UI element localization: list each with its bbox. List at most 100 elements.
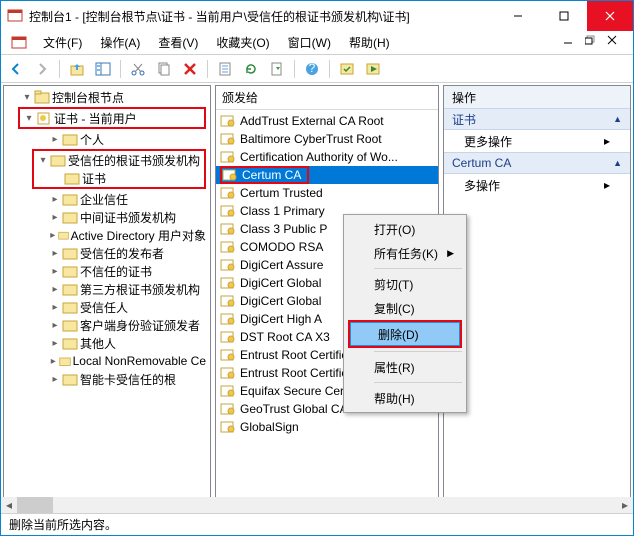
list-row-label: Certification Authority of Wo...: [240, 150, 398, 164]
certificate-icon: [220, 312, 236, 326]
delete-button[interactable]: [179, 58, 201, 80]
menu-action[interactable]: 操作(A): [92, 32, 148, 53]
tree-item-label: 中间证书颁发机构: [80, 209, 176, 226]
list-row-label: COMODO RSA: [240, 240, 323, 254]
list-row-label: Class 1 Primary: [240, 204, 325, 218]
tree-item[interactable]: ▸第三方根证书颁发机构: [4, 280, 210, 298]
menu-help[interactable]: 帮助(H): [341, 32, 398, 53]
show-hide-tree-button[interactable]: [92, 58, 114, 80]
tree[interactable]: ▾控制台根节点 ▾证书 - 当前用户 ▸个人 ▾受信任的根证书颁发机构 证书 ▸…: [4, 86, 210, 510]
list-row-label: Baltimore CyberTrust Root: [240, 132, 382, 146]
tree-item[interactable]: ▸中间证书颁发机构: [4, 208, 210, 226]
actions-header: 操作: [444, 86, 630, 108]
certificate-icon: [220, 348, 236, 362]
certificate-icon: [220, 294, 236, 308]
list-row-label: Certum CA: [242, 168, 301, 182]
certificate-icon: [220, 366, 236, 380]
help-button[interactable]: ?: [301, 58, 323, 80]
certificate-icon: [220, 240, 236, 254]
minimize-button[interactable]: [495, 1, 541, 31]
tree-item-label: Active Directory 用户对象: [71, 227, 206, 244]
certificate-icon: [220, 114, 236, 128]
back-button[interactable]: [5, 58, 27, 80]
menu-favorites[interactable]: 收藏夹(O): [208, 32, 277, 53]
tree-item-label: 客户端身份验证颁发者: [80, 317, 200, 334]
ctx-cut[interactable]: 剪切(T): [346, 272, 464, 296]
window-title: 控制台1 - [控制台根节点\证书 - 当前用户\受信任的根证书颁发机构\证书]: [29, 8, 495, 25]
actions-more-2[interactable]: 多操作▸: [444, 174, 630, 196]
list-row[interactable]: GlobalSign: [216, 418, 438, 436]
actions-more-1[interactable]: 更多操作▸: [444, 130, 630, 152]
list-row[interactable]: Baltimore CyberTrust Root: [216, 130, 438, 148]
app-icon-small: [11, 35, 27, 51]
tree-certificates[interactable]: 证书: [34, 169, 204, 187]
forward-button[interactable]: [31, 58, 53, 80]
certificate-icon: [220, 402, 236, 416]
tree-item[interactable]: ▸Active Directory 用户对象: [4, 226, 210, 244]
tree-root-label: 控制台根节点: [52, 89, 124, 106]
list-header-issued-to[interactable]: 颁发给: [216, 86, 438, 110]
ctx-copy[interactable]: 复制(C): [346, 296, 464, 320]
tree-trusted-root-ca[interactable]: ▾受信任的根证书颁发机构: [34, 151, 204, 169]
certificate-icon: [220, 150, 236, 164]
tree-item[interactable]: ▸企业信任: [4, 190, 210, 208]
menu-file[interactable]: 文件(F): [35, 32, 90, 53]
list-row[interactable]: AddTrust External CA Root: [216, 112, 438, 130]
certificate-icon: [220, 330, 236, 344]
tree-item[interactable]: ▸Local NonRemovable Ce: [4, 352, 210, 370]
tree-item-label: 证书: [82, 170, 106, 187]
list-row-label: Certum Trusted: [240, 186, 323, 200]
tree-item[interactable]: ▸受信任人: [4, 298, 210, 316]
tree-item-label: 受信任的根证书颁发机构: [68, 152, 200, 169]
list-row[interactable]: Certification Authority of Wo...: [216, 148, 438, 166]
certificate-icon: [220, 384, 236, 398]
actions-pane: 操作 证书▲ 更多操作▸ Certum CA▲ 多操作▸: [443, 85, 631, 511]
status-text: 删除当前所选内容。: [9, 516, 117, 533]
close-button[interactable]: [587, 1, 633, 31]
certificate-icon: [222, 168, 238, 182]
extra-1-button[interactable]: [336, 58, 358, 80]
copy-button[interactable]: [153, 58, 175, 80]
up-button[interactable]: [66, 58, 88, 80]
actions-section-certs[interactable]: 证书▲: [444, 108, 630, 130]
tree-item[interactable]: ▸客户端身份验证颁发者: [4, 316, 210, 334]
tree-item[interactable]: ▸其他人: [4, 334, 210, 352]
cut-button[interactable]: [127, 58, 149, 80]
ctx-help[interactable]: 帮助(H): [346, 386, 464, 410]
tree-certs-user[interactable]: ▾证书 - 当前用户: [20, 109, 204, 127]
menu-view[interactable]: 查看(V): [150, 32, 206, 53]
ctx-delete[interactable]: 删除(D): [350, 322, 460, 346]
tree-item-label: 个人: [80, 131, 104, 148]
refresh-button[interactable]: [240, 58, 262, 80]
list-h-scrollbar[interactable]: ◂▸: [215, 497, 439, 511]
extra-2-button[interactable]: [362, 58, 384, 80]
list-row-label: AddTrust External CA Root: [240, 114, 384, 128]
properties-button[interactable]: [214, 58, 236, 80]
toolbar: ?: [1, 55, 633, 83]
ctx-all-tasks[interactable]: 所有任务(K)▶: [346, 241, 464, 265]
list-row[interactable]: Certum CA: [216, 166, 438, 184]
tree-root[interactable]: ▾控制台根节点: [4, 88, 210, 106]
export-button[interactable]: [266, 58, 288, 80]
tree-item-label: 其他人: [80, 335, 116, 352]
tree-item[interactable]: ▸智能卡受信任的根: [4, 370, 210, 388]
certificate-icon: [220, 222, 236, 236]
mdi-minimize-button[interactable]: [561, 34, 581, 52]
menu-window[interactable]: 窗口(W): [280, 32, 339, 53]
app-icon: [7, 8, 23, 24]
actions-section-selected[interactable]: Certum CA▲: [444, 152, 630, 174]
ctx-properties[interactable]: 属性(R): [346, 355, 464, 379]
mdi-close-button[interactable]: [605, 34, 625, 52]
list-row-label: GeoTrust Global CA: [240, 402, 348, 416]
tree-pane: ▾控制台根节点 ▾证书 - 当前用户 ▸个人 ▾受信任的根证书颁发机构 证书 ▸…: [3, 85, 211, 511]
tree-item[interactable]: ▸不信任的证书: [4, 262, 210, 280]
ctx-open[interactable]: 打开(O): [346, 217, 464, 241]
tree-item-label: 受信任的发布者: [80, 245, 164, 262]
maximize-button[interactable]: [541, 1, 587, 31]
certificate-icon: [220, 204, 236, 218]
tree-item[interactable]: ▸受信任的发布者: [4, 244, 210, 262]
certificate-icon: [220, 258, 236, 272]
mdi-restore-button[interactable]: [583, 34, 603, 52]
tree-item[interactable]: ▸个人: [4, 130, 210, 148]
list-row[interactable]: Certum Trusted: [216, 184, 438, 202]
